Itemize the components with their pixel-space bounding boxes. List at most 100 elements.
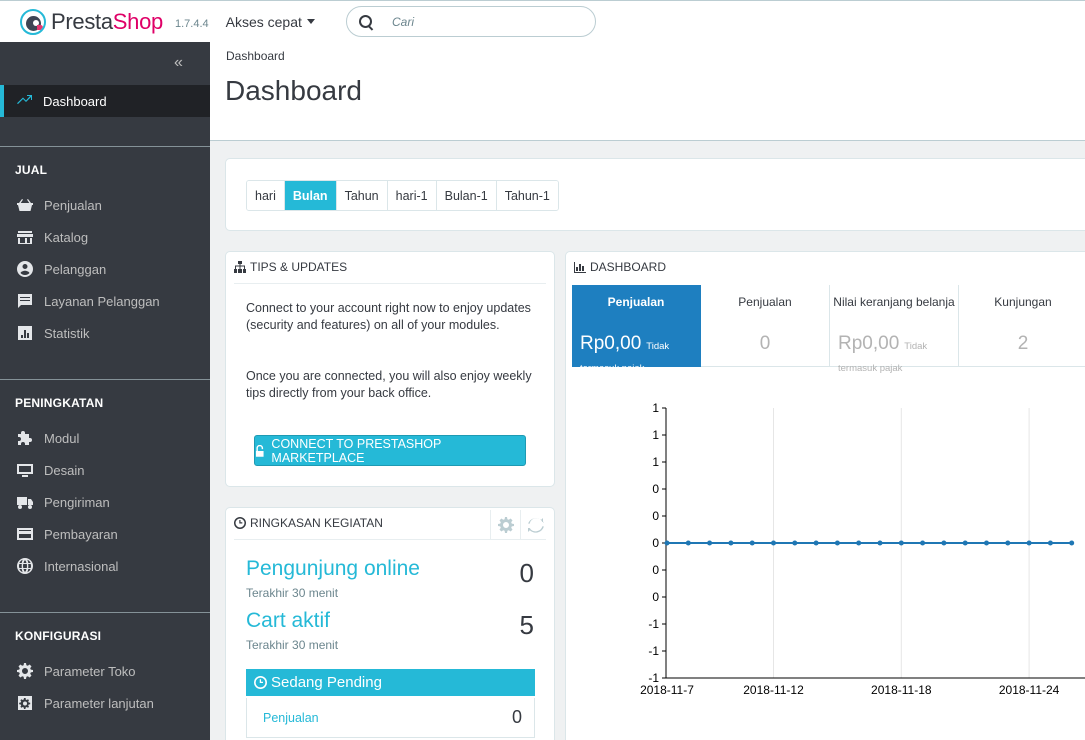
data-point <box>1047 540 1053 546</box>
sidebar-item-penjualan[interactable]: Penjualan <box>0 191 210 219</box>
quick-access-dropdown[interactable]: Akses cepat <box>226 14 315 30</box>
sidebar-item-internasional[interactable]: Internasional <box>0 552 210 580</box>
globe-icon <box>16 557 34 575</box>
logo-wordmark: PrestaShop <box>51 8 163 34</box>
kpi-value: 2 <box>1017 333 1029 354</box>
section-title-konfigurasi: KONFIGURASI <box>15 629 102 643</box>
connect-marketplace-button[interactable]: CONNECT TO PRESTASHOP MARKETPLACE <box>254 435 526 466</box>
sidebar-item-label: Pembayaran <box>44 526 118 542</box>
data-point <box>984 540 989 546</box>
y-tick-label: 1 <box>652 455 659 469</box>
kpi-title: Nilai keranjang belanja <box>833 295 955 309</box>
active-carts-value: 5 <box>519 610 534 640</box>
kpi-title: Kunjungan <box>994 295 1052 309</box>
data-point <box>1005 540 1011 546</box>
period-tahun-1-button[interactable]: Tahun-1 <box>496 181 558 210</box>
truck-icon <box>16 493 34 511</box>
sitemap-icon <box>234 261 246 273</box>
data-point <box>749 540 755 546</box>
sidebar: « Dashboard JUAL Penjualan Katalog Pelan… <box>0 42 210 740</box>
data-point <box>834 540 840 546</box>
gear-icon <box>16 662 34 680</box>
data-point <box>707 540 713 546</box>
y-tick-label: 0 <box>652 590 659 604</box>
sidebar-item-dashboard[interactable]: Dashboard <box>0 85 210 117</box>
visitors-period-label: Terakhir 30 menit <box>246 586 339 600</box>
sidebar-item-parameter-lanjutan[interactable]: Parameter lanjutan <box>0 689 210 717</box>
x-tick-label: 2018-11-24 <box>999 683 1060 697</box>
data-point <box>685 540 691 546</box>
kpi-visits-tab[interactable]: Kunjungan 2 <box>959 285 1085 367</box>
settings-applications-icon <box>16 694 34 712</box>
data-point <box>771 540 776 546</box>
breadcrumb[interactable]: Dashboard <box>226 49 285 63</box>
sidebar-item-katalog[interactable]: Katalog <box>0 223 210 251</box>
kpi-value-text: Rp0,00 <box>580 333 642 354</box>
pending-orders-link[interactable]: Penjualan <box>263 711 319 725</box>
sidebar-item-label: Internasional <box>44 558 119 574</box>
sidebar-item-label: Penjualan <box>44 197 102 213</box>
activity-summary-panel: RINGKASAN KEGIATAN Pengunjung online Ter… <box>225 507 555 740</box>
prestashop-logo[interactable]: PrestaShop <box>20 8 163 35</box>
y-tick-label: -1 <box>648 644 659 658</box>
section-title-jual: JUAL <box>15 163 48 177</box>
search-icon[interactable] <box>359 14 373 29</box>
visitors-online-link[interactable]: Pengunjung online <box>246 557 420 581</box>
kpi-cart-value-tab[interactable]: Nilai keranjang belanja Rp0,00 Tidak term… <box>830 285 959 374</box>
sidebar-item-desain[interactable]: Desain <box>0 456 210 484</box>
data-point <box>898 540 904 546</box>
tips-updates-panel: TIPS & UPDATES Connect to your account r… <box>225 251 555 487</box>
kpi-orders-tab[interactable]: Penjualan 0 <box>701 285 830 367</box>
data-point <box>1026 540 1032 546</box>
section-title-peningkatan: PENINGKATAN <box>15 396 104 410</box>
kpi-title: Penjualan <box>738 295 792 309</box>
dashboard-heading: DASHBOARD <box>574 260 666 274</box>
data-point <box>813 540 819 546</box>
collapse-sidebar-icon[interactable]: « <box>174 54 183 72</box>
kpi-value: Rp0,00 Tidak termasuk pajak <box>580 333 700 377</box>
period-bulan-1-button[interactable]: Bulan-1 <box>436 181 497 210</box>
sidebar-item-layanan-pelanggan[interactable]: Layanan Pelanggan <box>0 287 210 315</box>
sidebar-item-parameter-toko[interactable]: Parameter Toko <box>0 657 210 685</box>
pending-header: Sedang Pending <box>246 669 535 696</box>
activity-tools <box>490 510 550 540</box>
data-point <box>664 540 670 546</box>
sidebar-item-label: Katalog <box>44 229 89 245</box>
sidebar-item-pengiriman[interactable]: Pengiriman <box>0 488 210 516</box>
dashboard-line-chart: 2018-11-7 2018-11-12 2018-11-18 2018-11-24 1… <box>566 392 1085 712</box>
period-hari-1-button[interactable]: hari-1 <box>387 181 437 210</box>
sidebar-item-pelanggan[interactable]: Pelanggan <box>0 255 210 283</box>
active-carts-link[interactable]: Cart aktif <box>246 609 330 633</box>
credit-card-icon <box>16 525 34 543</box>
refresh-icon[interactable] <box>520 510 550 540</box>
period-hari-button[interactable]: hari <box>247 181 285 210</box>
sidebar-item-label: Desain <box>44 462 85 478</box>
sidebar-item-label: Parameter lanjutan <box>44 695 154 711</box>
y-tick-label: 1 <box>652 428 659 442</box>
sidebar-item-pembayaran[interactable]: Pembayaran <box>0 520 210 548</box>
bar-chart-icon <box>574 262 586 273</box>
sidebar-item-label: Layanan Pelanggan <box>44 293 160 309</box>
period-selector: hari Bulan Tahun hari-1 Bulan-1 Tahun-1 <box>246 180 559 211</box>
account-circle-icon <box>16 260 34 278</box>
search-input[interactable] <box>392 14 572 29</box>
puzzle-icon <box>16 429 34 447</box>
chart-svg: 2018-11-7 2018-11-12 2018-11-18 2018-11-24 1… <box>640 401 1085 697</box>
sidebar-item-modul[interactable]: Modul <box>0 424 210 452</box>
kpi-value-text: Rp0,00 <box>838 333 900 354</box>
tips-heading-label: TIPS & UPDATES <box>250 260 348 274</box>
store-icon <box>16 228 34 246</box>
sidebar-item-label: Pengiriman <box>44 494 110 510</box>
x-tick-label: 2018-11-12 <box>743 683 804 697</box>
x-tick-label: 2018-11-18 <box>871 683 932 697</box>
period-tahun-button[interactable]: Tahun <box>336 181 388 210</box>
tips-text-connect: Connect to your account right now to enj… <box>246 301 531 332</box>
caret-down-icon <box>306 19 315 24</box>
configure-gear-icon[interactable] <box>490 510 520 540</box>
puffin-logo-icon <box>20 8 46 35</box>
kpi-sales-tab[interactable]: Penjualan Rp0,00 Tidak termasuk pajak <box>572 285 701 374</box>
sidebar-item-statistik[interactable]: Statistik <box>0 319 210 347</box>
data-point <box>856 540 862 546</box>
period-bulan-button[interactable]: Bulan <box>284 181 337 210</box>
carts-period-label: Terakhir 30 menit <box>246 638 339 652</box>
